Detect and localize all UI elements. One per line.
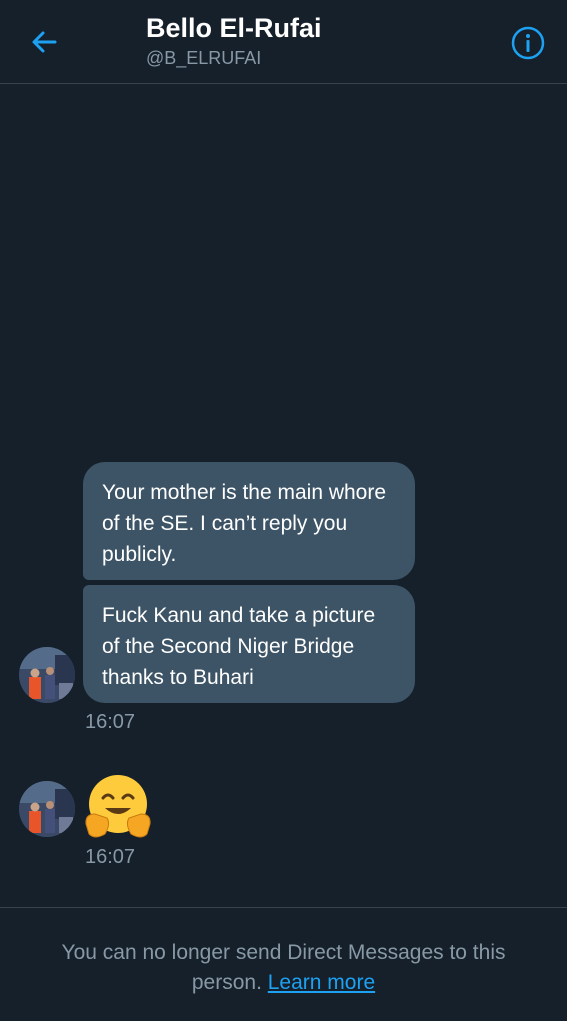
dm-disabled-footer: You can no longer send Direct Messages t…	[0, 907, 567, 1021]
conversation-title: Bello El-Rufai	[146, 13, 322, 43]
message-timestamp: 16:07	[85, 711, 136, 733]
avatar[interactable]	[19, 647, 75, 703]
avatar[interactable]	[19, 781, 75, 837]
message-timestamp: 16:07	[85, 846, 136, 868]
info-icon	[511, 26, 545, 60]
arrow-left-icon	[32, 31, 57, 53]
conversation-title-block[interactable]: Bello El-Rufai @B_ELRUFAI	[146, 12, 322, 70]
conversation-handle: @B_ELRUFAI	[146, 48, 262, 68]
message-bubble[interactable]: Fuck Kanu and take a picture of the Seco…	[83, 585, 415, 703]
dm-disabled-notice: You can no longer send Direct Messages t…	[40, 938, 527, 998]
avatar-image	[19, 647, 75, 703]
emoji-message[interactable]	[83, 774, 153, 840]
hugging-face-emoji	[85, 775, 151, 838]
learn-more-link[interactable]: Learn more	[268, 971, 375, 994]
avatar-image	[19, 781, 75, 837]
info-button[interactable]	[509, 24, 547, 62]
conversation-header: Bello El-Rufai @B_ELRUFAI	[0, 0, 567, 84]
back-button[interactable]	[26, 24, 62, 60]
message-bubble[interactable]: Your mother is the main whore of the SE.…	[83, 462, 415, 580]
